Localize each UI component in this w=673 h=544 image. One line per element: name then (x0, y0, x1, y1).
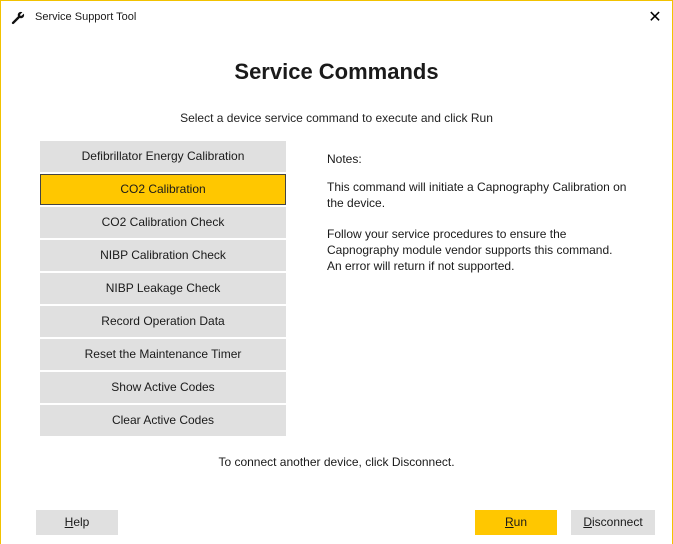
command-co2-calibration-check[interactable]: CO2 Calibration Check (40, 207, 286, 238)
disconnect-mnemonic: D (583, 515, 592, 529)
close-button[interactable]: ✕ (638, 6, 672, 30)
command-defibrillator-energy-calibration[interactable]: Defibrillator Energy Calibration (40, 141, 286, 172)
notes-paragraph: This command will initiate a Capnography… (327, 180, 627, 210)
notes-label: Notes: (327, 152, 362, 166)
title-bar: Service Support Tool ✕ (1, 1, 672, 35)
command-record-operation-data[interactable]: Record Operation Data (40, 306, 286, 337)
command-nibp-calibration-check[interactable]: NIBP Calibration Check (40, 240, 286, 271)
command-co2-calibration[interactable]: CO2 Calibration (40, 174, 286, 205)
command-show-active-codes[interactable]: Show Active Codes (40, 372, 286, 403)
run-button[interactable]: Run (475, 510, 557, 535)
service-support-window: Service Support Tool ✕ Service Commands … (0, 0, 673, 544)
window-title: Service Support Tool (35, 11, 137, 23)
run-mnemonic: R (504, 515, 514, 529)
close-icon: ✕ (648, 9, 662, 26)
help-button[interactable]: Help (36, 510, 118, 535)
help-label: elp (73, 515, 90, 529)
command-clear-active-codes[interactable]: Clear Active Codes (40, 405, 286, 436)
page-title: Service Commands (234, 59, 439, 84)
disconnect-button[interactable]: Disconnect (571, 510, 655, 535)
command-reset-maintenance-timer[interactable]: Reset the Maintenance Timer (40, 339, 286, 370)
disconnect-hint: To connect another device, click Disconn… (218, 455, 455, 469)
notes-panel: Notes: This command will initiate a Capn… (327, 151, 627, 289)
disconnect-label: isconnect (591, 515, 643, 529)
wrench-icon (11, 11, 25, 25)
instruction-text: Select a device service command to execu… (180, 111, 493, 125)
run-label: un (513, 515, 528, 529)
command-list: Defibrillator Energy Calibration CO2 Cal… (40, 141, 286, 438)
notes-paragraph: Follow your service procedures to ensure… (327, 227, 613, 273)
command-nibp-leakage-check[interactable]: NIBP Leakage Check (40, 273, 286, 304)
